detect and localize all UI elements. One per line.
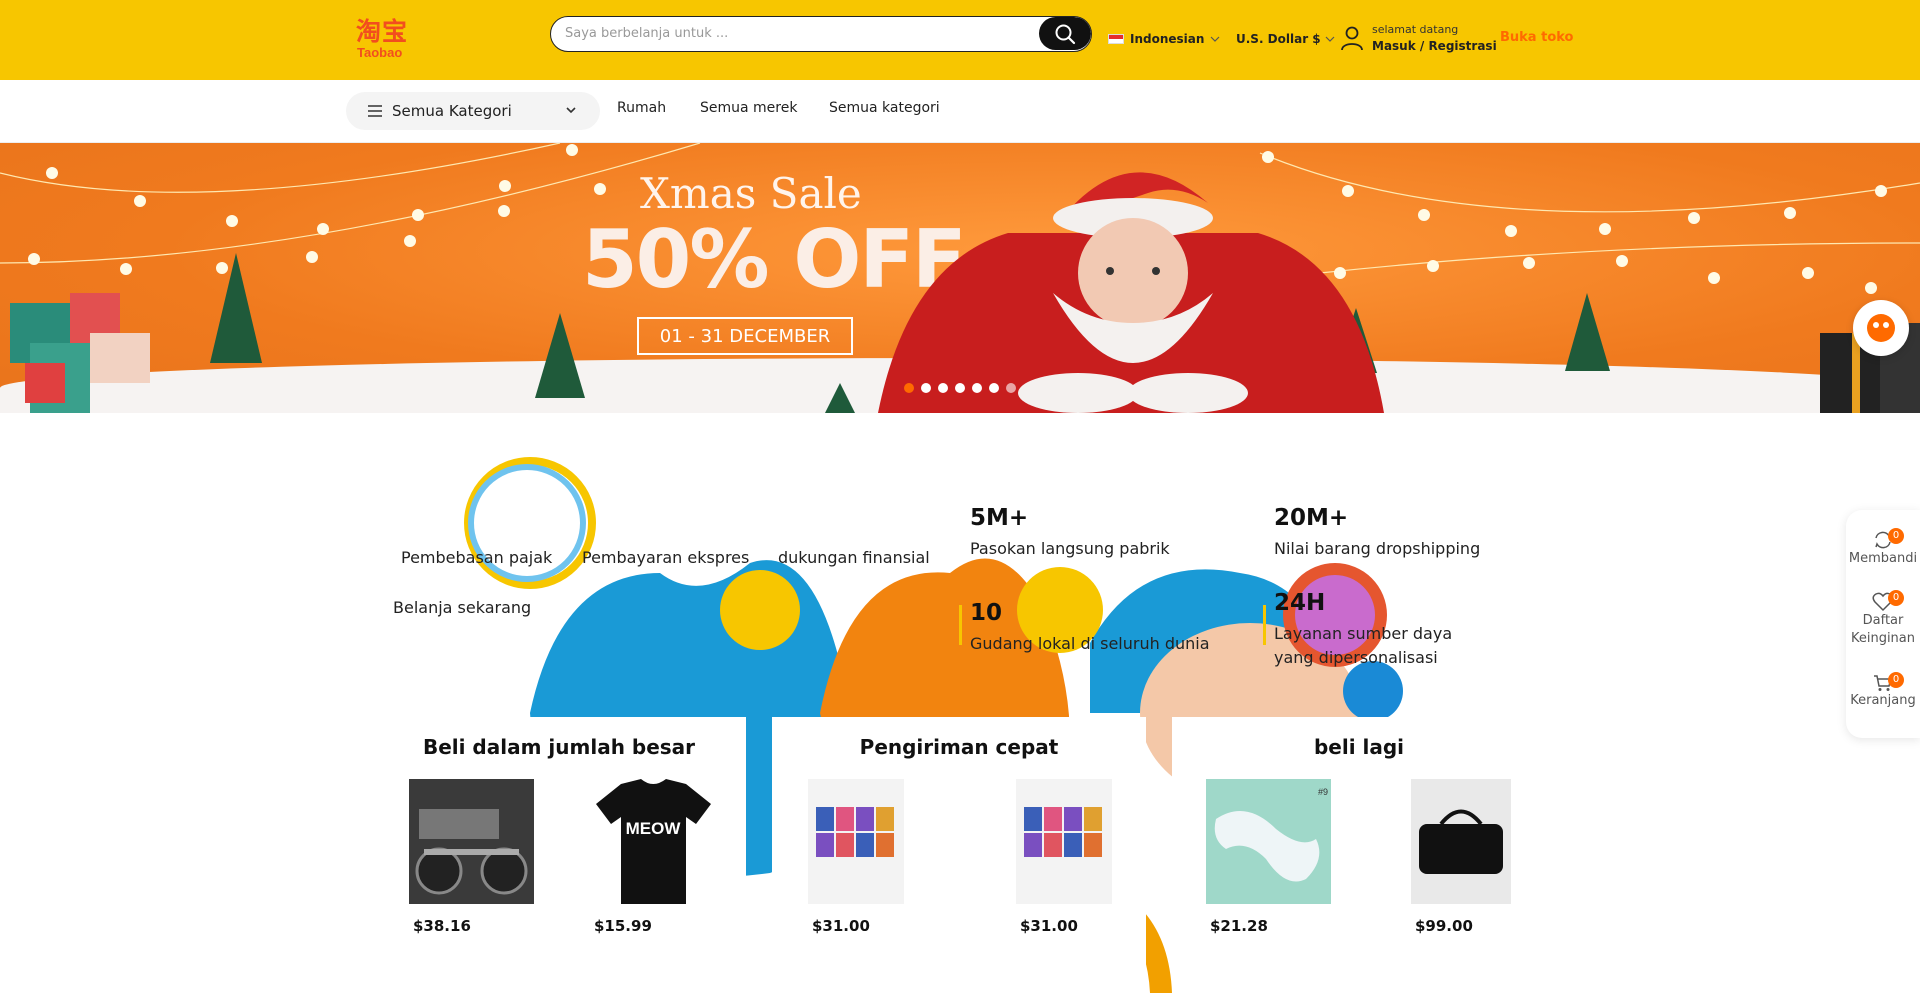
- all-categories-dropdown[interactable]: Semua Kategori: [346, 92, 600, 130]
- indonesia-flag-icon: [1108, 34, 1124, 44]
- user-account[interactable]: selamat datang Masuk / Registrasi: [1340, 20, 1497, 56]
- product-image-pillow[interactable]: #9: [1206, 779, 1331, 904]
- chevron-down-icon: [1325, 36, 1335, 42]
- card-title: beli lagi: [1313, 735, 1405, 759]
- login-register-link[interactable]: Masuk / Registrasi: [1372, 38, 1497, 54]
- chevron-down-icon: [1210, 36, 1220, 42]
- welcome-text: selamat datang: [1372, 23, 1459, 36]
- hero-banner[interactable]: Xmas Sale 50% OFF 01 - 31 DECEMBER: [0, 143, 1920, 413]
- stat-value: 10: [970, 600, 1003, 626]
- financial-support-label: dukungan finansial: [778, 548, 930, 567]
- gift-boxes-decoration: [10, 293, 150, 413]
- product-image-duffel-bag[interactable]: [1411, 779, 1511, 904]
- chat-assistant-button[interactable]: [1853, 300, 1909, 356]
- product-price: $15.99: [594, 917, 652, 935]
- gift-cards-art: [1024, 807, 1102, 857]
- stat-label: Pasokan langsung pabrik: [970, 539, 1170, 558]
- carousel-dot[interactable]: [972, 383, 982, 393]
- currency-selector[interactable]: U.S. Dollar $: [1236, 30, 1335, 48]
- product-price: $99.00: [1415, 917, 1473, 935]
- cart-count-badge: 0: [1888, 672, 1904, 688]
- wishlist-label-line1: Daftar: [1862, 613, 1904, 628]
- logo-chinese-text: 淘宝: [356, 17, 409, 46]
- product-image-gift-cards[interactable]: [808, 779, 904, 904]
- nav-link-all-brands[interactable]: Semua merek: [700, 100, 797, 116]
- buy-again-card[interactable]: beli lagi #9 $21.28 $99.00: [1172, 717, 1546, 993]
- bulk-buy-card[interactable]: Beli dalam jumlah besar $38.16 MEOW $15.…: [372, 717, 746, 993]
- product-price: $31.00: [1020, 917, 1078, 935]
- wishlist-count-badge: 0: [1888, 590, 1904, 606]
- wishlist-label-line2: Keinginan: [1850, 631, 1916, 646]
- floating-sidebar: 0 Membandi 0 Daftar Keinginan 0 Keranjan…: [1846, 510, 1920, 738]
- card-title: Pengiriman cepat: [859, 735, 1059, 759]
- user-icon: [1341, 26, 1363, 51]
- search-input[interactable]: [565, 17, 1035, 50]
- wishlist-button[interactable]: 0 Daftar Keinginan: [1846, 590, 1920, 648]
- search-bar: [550, 16, 1092, 52]
- carousel-dot[interactable]: [921, 383, 931, 393]
- duffel-bag-art: [1419, 809, 1503, 874]
- product-price: $21.28: [1210, 917, 1268, 935]
- gift-cards-art: [816, 807, 894, 857]
- language-label: Indonesian: [1130, 32, 1205, 46]
- compare-button[interactable]: 0 Membandi: [1846, 528, 1920, 568]
- carousel-dot[interactable]: [955, 383, 965, 393]
- fast-shipping-card[interactable]: Pengiriman cepat $31.00 $31.00: [772, 717, 1146, 993]
- product-image-gift-cards[interactable]: [1016, 779, 1112, 904]
- product-tag: #9: [1318, 787, 1328, 797]
- tshirt-print: MEOW: [626, 819, 682, 838]
- categories-label: Semua Kategori: [392, 102, 512, 120]
- product-image-tshirt[interactable]: MEOW: [591, 779, 716, 904]
- stat-value: 5M+: [970, 505, 1029, 531]
- menu-icon: [368, 105, 382, 117]
- search-icon: [1055, 24, 1076, 44]
- mascot-icon: [1867, 314, 1895, 342]
- logo-english-text: Taobao: [357, 45, 403, 60]
- product-price: $38.16: [413, 917, 471, 935]
- banner-title: Xmas Sale: [640, 169, 862, 218]
- card-title: Beli dalam jumlah besar: [422, 735, 696, 759]
- carousel-dot[interactable]: [938, 383, 948, 393]
- stat-label: Layanan sumber daya yang dipersonalisasi: [1274, 624, 1453, 667]
- stat-value: 24H: [1274, 590, 1326, 616]
- tshirt-image-art: MEOW: [596, 779, 711, 904]
- language-selector[interactable]: Indonesian: [1108, 30, 1220, 48]
- compare-count-badge: 0: [1888, 528, 1904, 544]
- compare-label: Membandi: [1848, 551, 1918, 566]
- stat-value: 20M+: [1274, 505, 1349, 531]
- stat-label: Gudang lokal di seluruh dunia: [970, 634, 1210, 653]
- taobao-logo[interactable]: 淘宝 Taobao: [356, 18, 416, 62]
- cart-button[interactable]: 0 Keranjang: [1846, 672, 1920, 710]
- banner-dates: 01 - 31 DECEMBER: [637, 317, 853, 355]
- stat-label: Nilai barang dropshipping: [1274, 539, 1481, 558]
- carousel-dot[interactable]: [989, 383, 999, 393]
- tax-free-label: Pembebasan pajak: [401, 548, 553, 567]
- carousel-dot[interactable]: [1006, 383, 1016, 393]
- open-shop-link[interactable]: Buka toko: [1500, 30, 1573, 45]
- santa-image: [878, 172, 1384, 413]
- navigation-bar: Semua Kategori Rumah Semua merek Semua k…: [0, 80, 1920, 143]
- product-image-wheels[interactable]: [409, 779, 534, 904]
- currency-label: U.S. Dollar $: [1236, 32, 1321, 46]
- chevron-down-icon: [566, 107, 576, 114]
- stat-divider: [1263, 605, 1266, 645]
- express-payment-label: Pembayaran ekspres: [582, 548, 750, 567]
- cart-label: Keranjang: [1850, 693, 1916, 708]
- carousel-dot[interactable]: [904, 383, 914, 393]
- stat-divider: [959, 605, 962, 645]
- top-header: 淘宝 Taobao Indonesian U.S. Dollar $ selam…: [0, 0, 1920, 80]
- product-price: $31.00: [812, 917, 870, 935]
- carousel-indicators: [904, 383, 1016, 393]
- product-image-art: [415, 809, 528, 895]
- search-button[interactable]: [1039, 17, 1091, 50]
- nav-link-all-categories[interactable]: Semua kategori: [829, 100, 940, 116]
- pillow-art: #9: [1214, 787, 1328, 882]
- shop-now-link[interactable]: Belanja sekarang: [393, 598, 531, 617]
- nav-link-home[interactable]: Rumah: [617, 100, 666, 116]
